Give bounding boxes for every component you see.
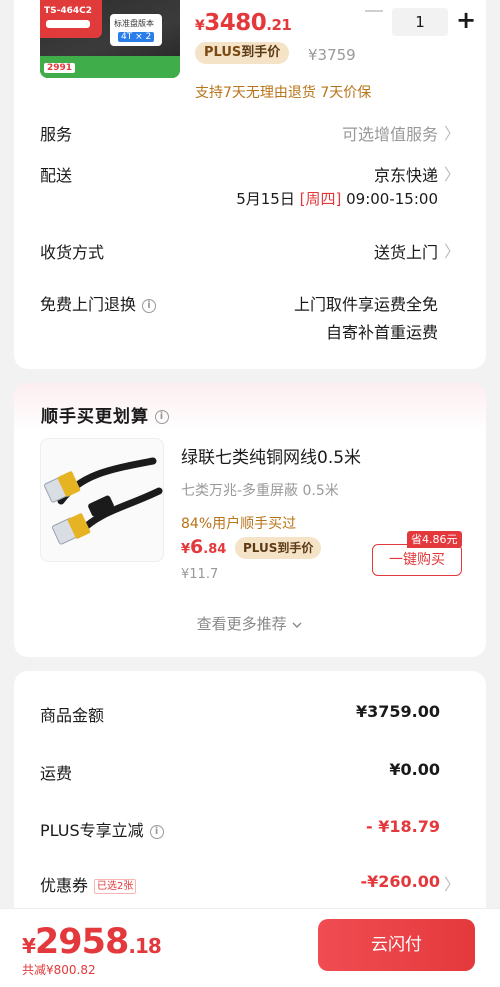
goods-amount-label: 商品金额 [40, 706, 105, 725]
pay-button[interactable]: 云闪付 [318, 919, 475, 971]
info-icon[interactable]: i [142, 298, 157, 313]
recommend-price: ¥6.84 [181, 536, 227, 558]
shipping-value: ¥0.00 [389, 760, 440, 779]
coupon-value[interactable]: -¥260.00 [360, 872, 440, 891]
recommend-title: 顺手买更划算 i [41, 402, 169, 427]
free-return-line1: 上门取件享运费全免 [293, 295, 438, 314]
free-return-line2: 自寄补首重运费 [325, 323, 438, 342]
recommend-product-image[interactable] [40, 438, 164, 562]
recommend-spec[interactable]: 七类万兆-多重屏蔽 0.5米 [181, 480, 339, 500]
delivery-label: 配送 [40, 166, 73, 185]
checkout-bar: ¥2958.18 共减¥800.82 云闪付 [0, 908, 500, 987]
goods-amount-value: ¥3759.00 [355, 702, 440, 721]
coupon-count-badge: 已选2张 [94, 879, 137, 894]
receive-value[interactable]: 送货上门 [374, 239, 438, 263]
quantity-input[interactable]: 1 [392, 8, 448, 36]
chevron-right-icon[interactable]: 〉 [444, 120, 460, 144]
chevron-right-icon[interactable]: 〉 [444, 871, 460, 895]
free-return-label: 免费上门退换 i [40, 291, 157, 315]
recommend-plus-tag: PLUS到手价 [235, 537, 322, 559]
recommend-original-price: ¥11.7 [181, 567, 219, 582]
chevron-right-icon[interactable]: 〉 [444, 238, 460, 262]
save-tag: 省4.86元 [407, 531, 462, 548]
total-price: ¥2958.18 [22, 922, 162, 962]
network-cable-icon [43, 457, 163, 545]
original-price: ¥3759 [308, 46, 356, 64]
recommend-percent: 84%用户顺手买过 [181, 516, 297, 532]
service-label: 服务 [40, 125, 73, 144]
recommend-card: 顺手买更划算 i 绿联七类纯铜网线0.5米 七类万兆-多重屏蔽 0.5米 84%用… [14, 383, 486, 657]
shipping-label: 运费 [40, 764, 73, 783]
service-value[interactable]: 可选增值服务 [342, 121, 438, 145]
recommend-name[interactable]: 绿联七类纯铜网线0.5米 [181, 443, 361, 468]
chevron-right-icon[interactable]: 〉 [444, 161, 460, 185]
product-thumbnail[interactable]: TS-464C2 标准盘版本 4T × 2 2991 [40, 0, 180, 78]
product-card: TS-464C2 标准盘版本 4T × 2 2991 ¥3480.21 PLUS… [14, 0, 486, 369]
more-recommend-link[interactable]: 查看更多推荐 [14, 613, 486, 634]
minus-icon[interactable] [365, 10, 383, 12]
chevron-down-icon [292, 622, 302, 628]
total-saved: 共减¥800.82 [22, 963, 96, 977]
thumb-badge: TS-464C2 [40, 0, 102, 38]
info-icon[interactable]: i [149, 824, 164, 839]
product-price: ¥3480.21 [195, 10, 292, 36]
receive-label: 收货方式 [40, 243, 105, 262]
refund-note: 支持7天无理由退货 7天价保 [195, 85, 372, 101]
delivery-value[interactable]: 京东快递 [374, 162, 438, 186]
plus-icon[interactable]: + [456, 5, 476, 35]
plus-discount-value: - ¥18.79 [366, 817, 440, 836]
info-icon[interactable]: i [155, 410, 169, 424]
plus-price-tag: PLUS到手价 [195, 42, 290, 64]
plus-discount-label: PLUS专享立减 i [40, 817, 164, 841]
coupon-label: 优惠券 已选2张 [40, 872, 137, 896]
delivery-time[interactable]: 5月15日 [周四] 09:00-15:00 [236, 188, 438, 209]
one-click-buy-button[interactable]: 一键购买 [372, 544, 462, 576]
thumb-box-label: 标准盘版本 4T × 2 [110, 14, 162, 46]
